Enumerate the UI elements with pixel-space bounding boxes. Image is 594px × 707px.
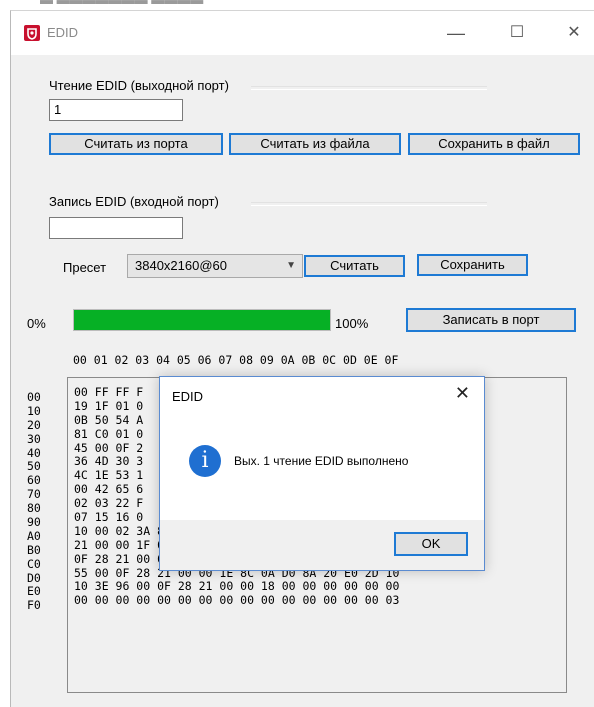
output-port-field[interactable]: 1 <box>49 99 183 121</box>
hex-row-label: 90 <box>27 515 41 530</box>
hex-row-label: 10 <box>27 403 41 418</box>
progress-fill <box>74 310 330 330</box>
hex-row-label: F0 <box>27 598 41 613</box>
hex-row-label: B0 <box>27 542 41 557</box>
hex-row-label: 40 <box>27 445 41 460</box>
maximize-button[interactable]: ☐ <box>502 21 532 45</box>
window-title: EDID <box>47 25 79 40</box>
message-dialog: EDID ✕ i Вых. 1 чтение EDID выполнено OK <box>159 376 485 571</box>
app-icon <box>24 25 40 41</box>
hex-column-header: 00 01 02 03 04 05 06 07 08 09 0A 0B 0C 0… <box>73 353 399 367</box>
hex-row-label: 30 <box>27 431 41 446</box>
background-window-strip: ▬ ▬▬▬▬▬▬▬ ▬▬▬▬ <box>0 0 594 10</box>
save-to-file-button[interactable]: Сохранить в файл <box>408 133 580 155</box>
hex-row: 10 3E 96 00 0F 28 21 00 00 18 00 00 00 0… <box>74 579 400 594</box>
preset-value: 3840x2160@60 <box>135 258 227 273</box>
read-section-label: Чтение EDID (выходной порт) <box>49 78 229 93</box>
preset-select[interactable]: 3840x2160@60 ▼ <box>127 254 303 278</box>
read-from-file-button[interactable]: Считать из файла <box>229 133 401 155</box>
input-port-field[interactable] <box>49 217 183 239</box>
chevron-down-icon: ▼ <box>286 260 296 271</box>
hex-row-labels: 00 10 20 30 40 50 60 70 80 90 A0 B0 C0 D0 E0 F0 <box>27 390 61 613</box>
preset-save-button[interactable]: Сохранить <box>417 254 528 276</box>
hex-row-label: D0 <box>27 570 41 585</box>
write-section-label: Запись EDID (входной порт) <box>49 194 219 209</box>
hex-row-label: 50 <box>27 459 41 474</box>
hex-row-label: 20 <box>27 417 41 432</box>
write-section-divider <box>251 202 487 206</box>
read-from-port-button[interactable]: Считать из порта <box>49 133 223 155</box>
hex-row: 00 00 00 00 00 00 00 00 00 00 00 00 00 0… <box>74 593 400 608</box>
dialog-title: EDID <box>172 389 204 404</box>
hex-row-label: 70 <box>27 487 41 502</box>
dialog-message: Вых. 1 чтение EDID выполнено <box>234 454 409 468</box>
progress-bar <box>73 309 331 331</box>
hex-row-label: 60 <box>27 473 41 488</box>
hex-row-label: C0 <box>27 556 41 571</box>
hex-row-label: 00 <box>27 390 41 404</box>
minimize-button[interactable]: — <box>441 21 471 45</box>
hex-row-label: 80 <box>27 501 41 516</box>
preset-read-button[interactable]: Считать <box>304 255 405 277</box>
progress-end-label: 100% <box>335 316 369 331</box>
close-button[interactable]: ✕ <box>559 21 589 45</box>
preset-label: Пресет <box>63 260 107 275</box>
edid-window: EDID — ☐ ✕ Чтение EDID (выходной порт) 1… <box>10 10 594 707</box>
read-section-divider <box>251 86 487 90</box>
title-bar: EDID — ☐ ✕ <box>11 11 594 55</box>
write-to-port-button[interactable]: Записать в порт <box>406 308 576 332</box>
dialog-close-icon[interactable]: ✕ <box>455 383 470 404</box>
dialog-footer: OK <box>160 520 484 570</box>
hex-row-label: E0 <box>27 584 41 599</box>
hex-row-label: A0 <box>27 528 41 543</box>
ok-button[interactable]: OK <box>394 532 468 556</box>
progress-start-label: 0% <box>27 316 46 331</box>
info-icon: i <box>189 445 221 477</box>
